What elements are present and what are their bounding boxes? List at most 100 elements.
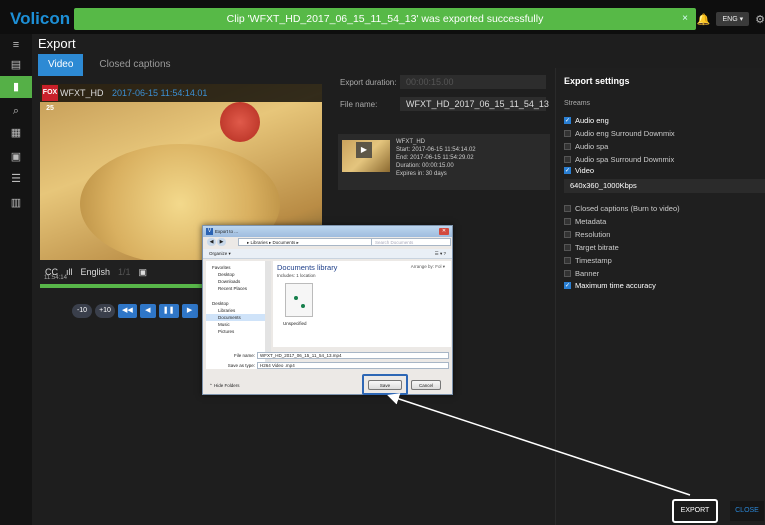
dialog-nav-buttons: ◀ ▶ (207, 238, 226, 246)
tab-closed-captions[interactable]: Closed captions (89, 54, 180, 76)
play-icon[interactable]: ▶ (356, 142, 372, 158)
back-arrow-icon[interactable]: ◀ (207, 238, 216, 246)
video-preset-select[interactable]: 640x360_1000Kbps (564, 179, 765, 193)
channel-name: WFXT_HD (60, 88, 104, 98)
stream-label: Video (575, 166, 595, 175)
checkbox-icon[interactable] (564, 143, 571, 150)
filename-field[interactable]: WFXT_HD_2017_06_15_11_54_13 (400, 97, 549, 111)
clip-expires: Expires in: 30 days (396, 171, 447, 177)
search-field[interactable]: Search Documents (371, 238, 451, 246)
checkbox-icon[interactable] (564, 244, 571, 251)
step-back-button[interactable]: ◀ (139, 304, 156, 318)
stream-audio-spa[interactable]: Audio spa (564, 142, 608, 151)
checkbox-icon[interactable] (564, 156, 571, 163)
dialog-cancel-button[interactable]: Cancel (411, 380, 441, 390)
nav-pictures[interactable]: Pictures (206, 328, 268, 335)
checkbox-icon[interactable] (564, 231, 571, 238)
nav-desktop-root[interactable]: Desktop (206, 300, 268, 307)
forward-arrow-icon[interactable]: ▶ (217, 238, 226, 246)
success-toast: Clip 'WFXT_HD_2017_06_15_11_54_13' was e… (74, 8, 696, 30)
monitor-icon[interactable]: ▣ (0, 146, 32, 168)
hide-folders-toggle[interactable]: ⌃ Hide Folders (209, 383, 240, 389)
dialog-titlebar: V Export to ... ✕ (203, 226, 452, 237)
clip-end: End: 2017-06-15 11:54:29.02 (396, 155, 474, 161)
bookmark-icon[interactable]: ▮ (0, 76, 32, 98)
option-banner[interactable]: Banner (564, 269, 599, 278)
option-target-bitrate[interactable]: Target bitrate (564, 243, 619, 252)
app-icon: V (206, 228, 213, 235)
help-icon[interactable]: ? (443, 251, 446, 256)
option-metadata[interactable]: Metadata (564, 217, 606, 226)
export-button[interactable]: EXPORT (672, 499, 718, 523)
duration-field[interactable]: 00:00:15.00 (400, 75, 546, 89)
save-type-select[interactable]: H264 Video .mp4 (257, 362, 449, 369)
speed-label[interactable]: 1/1 (118, 267, 131, 277)
rewind-button[interactable]: ◀◀ (118, 304, 137, 318)
stream-label: Audio spa (575, 142, 609, 151)
file-name-input[interactable]: WFXT_HD_2017_06_15_11_54_13.mp4 (257, 352, 449, 359)
nav-desktop[interactable]: Desktop (206, 271, 268, 278)
option-resolution[interactable]: Resolution (564, 230, 610, 239)
option-closed-captions[interactable]: Closed captions (Burn to video) (564, 204, 680, 213)
view-button[interactable]: ☰ ▾ (435, 251, 443, 256)
menu-icon[interactable]: ≡ (0, 34, 32, 56)
checkbox-checked-icon[interactable]: ✓ (564, 167, 571, 174)
arrange-by[interactable]: Arrange by: Fol ▾ (411, 264, 445, 270)
nav-recent-places[interactable]: Recent Places (206, 285, 268, 292)
nav-documents[interactable]: Documents (206, 314, 268, 321)
checkbox-checked-icon[interactable]: ✓ (564, 117, 571, 124)
option-label: Timestamp (575, 256, 612, 265)
search-icon[interactable]: ⌕ (0, 100, 32, 122)
checkbox-icon[interactable] (564, 205, 571, 212)
play-button[interactable]: ▶ (181, 304, 198, 318)
stream-audio-spa-surround[interactable]: Audio spa Surround Downmix (564, 155, 674, 164)
checkbox-icon[interactable] (564, 257, 571, 264)
list-icon[interactable]: ☰ (0, 168, 32, 190)
folder-icon[interactable] (285, 283, 313, 317)
gear-icon[interactable]: ⚙ (755, 13, 765, 26)
back-10-button[interactable]: -10 (72, 304, 92, 318)
nav-libraries[interactable]: Libraries (206, 307, 268, 314)
dialog-close-icon[interactable]: ✕ (439, 228, 449, 235)
folder-label: Unspecified (283, 321, 307, 326)
grid-icon[interactable]: ▦ (0, 122, 32, 144)
pause-button[interactable]: ❚❚ (158, 304, 179, 318)
tab-bar: Video Closed captions (38, 54, 181, 76)
address-bar[interactable]: ▸ Libraries ▸ Documents ▸ (238, 238, 372, 246)
clip-card[interactable]: ▶ WFXT_HD Start: 2017-06-15 11:54:14.02 … (338, 134, 550, 190)
stream-audio-eng[interactable]: ✓ Audio eng (564, 116, 609, 125)
playback-buttons: -10 +10 ◀◀ ◀ ❚❚ ▶ (72, 304, 198, 318)
toast-close-icon[interactable]: × (682, 8, 688, 30)
stream-video[interactable]: ✓ Video (564, 166, 594, 175)
film-icon[interactable]: ▤ (0, 54, 32, 76)
video-header: FOX 25 WFXT_HD 2017-06-15 11:54:14.01 (40, 84, 322, 112)
language-select[interactable]: ENG ▾ (716, 12, 750, 26)
bell-icon[interactable]: 🔔 (697, 13, 711, 26)
folder-dot (294, 296, 298, 300)
forward-10-button[interactable]: +10 (95, 304, 115, 318)
save-highlight (362, 374, 408, 395)
sidebar: ≡ ▤ ▮ ⌕ ▦ ▣ ☰ ▥ (0, 34, 32, 525)
bars-icon[interactable]: ▥ (0, 192, 32, 214)
organize-button[interactable]: Organize ▾ (209, 251, 231, 256)
checkbox-icon[interactable] (564, 130, 571, 137)
close-button[interactable]: CLOSE (730, 501, 764, 521)
settings-title: Export settings (564, 76, 630, 86)
option-timestamp[interactable]: Timestamp (564, 256, 612, 265)
checkbox-icon[interactable] (564, 218, 571, 225)
stream-label: Audio eng Surround Downmix (575, 129, 675, 138)
streams-label: Streams (564, 100, 591, 107)
nav-music[interactable]: Music (206, 321, 268, 328)
tab-video[interactable]: Video (38, 54, 84, 76)
library-includes[interactable]: Includes: 1 location (277, 273, 316, 278)
option-label: Resolution (575, 230, 611, 239)
option-max-time-accuracy[interactable]: ✓ Maximum time accuracy (564, 281, 656, 290)
checkbox-icon[interactable] (564, 270, 571, 277)
snapshot-icon[interactable]: ▣ (139, 267, 148, 278)
language-label[interactable]: English (81, 267, 111, 277)
stream-audio-eng-surround[interactable]: Audio eng Surround Downmix (564, 129, 675, 138)
video-timestamp: 2017-06-15 11:54:14.01 (112, 88, 208, 98)
nav-downloads[interactable]: Downloads (206, 278, 268, 285)
checkbox-checked-icon[interactable]: ✓ (564, 282, 571, 289)
nav-favorites[interactable]: Favorites (206, 261, 268, 271)
